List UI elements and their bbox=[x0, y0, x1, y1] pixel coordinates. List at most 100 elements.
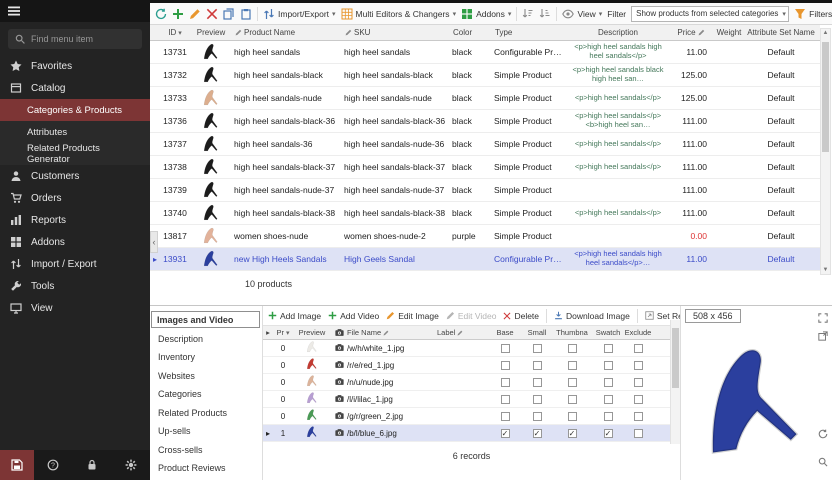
table-row[interactable]: 13733high heel sandals-nudehigh heel san… bbox=[150, 87, 820, 110]
tab-description[interactable]: Description bbox=[150, 330, 262, 349]
column-file-name[interactable]: File Name bbox=[347, 328, 437, 337]
edit-image-button[interactable]: Edit Image bbox=[386, 311, 439, 321]
image-row[interactable]: ▸1/b/l/blue_6.jpg✓✓✓✓ bbox=[263, 425, 680, 442]
small-checkbox[interactable] bbox=[521, 411, 553, 420]
column-base[interactable]: Base bbox=[489, 328, 521, 337]
delete-image-button[interactable]: Delete bbox=[503, 311, 539, 321]
thumbnail-checkbox[interactable] bbox=[553, 360, 591, 369]
image-row[interactable]: 0/n/u/nude.jpg bbox=[263, 374, 680, 391]
column-attribute-set[interactable]: Attribute Set Name bbox=[746, 28, 816, 37]
tab-cross-sells[interactable]: Cross-sells bbox=[150, 441, 262, 460]
sidebar-item-orders[interactable]: Orders bbox=[0, 187, 150, 209]
column-small[interactable]: Small bbox=[521, 328, 553, 337]
column-label[interactable]: Label bbox=[437, 328, 489, 337]
table-row[interactable]: 13738high heel sandals-black-37high heel… bbox=[150, 156, 820, 179]
column-id[interactable]: ID ▾ bbox=[160, 28, 190, 37]
sidebar-search-input[interactable]: Find menu item bbox=[8, 29, 142, 49]
open-external-icon[interactable] bbox=[818, 328, 828, 346]
table-row[interactable]: 13740high heel sandals-black-38high heel… bbox=[150, 202, 820, 225]
thumbnail-checkbox[interactable] bbox=[553, 343, 591, 352]
scrollbar-thumb[interactable] bbox=[822, 42, 829, 152]
tab-websites[interactable]: Websites bbox=[150, 367, 262, 386]
tab-related-products[interactable]: Related Products bbox=[150, 404, 262, 423]
base-checkbox[interactable] bbox=[489, 394, 521, 403]
add-product-button[interactable] bbox=[172, 8, 184, 20]
swatch-checkbox[interactable] bbox=[591, 343, 625, 352]
base-checkbox[interactable] bbox=[489, 360, 521, 369]
addons-menu[interactable]: Addons ▾ bbox=[461, 8, 511, 20]
thumbnail-checkbox[interactable]: ✓ bbox=[553, 428, 591, 437]
download-image-button[interactable]: Download Image bbox=[554, 311, 630, 321]
thumbnail-checkbox[interactable] bbox=[553, 394, 591, 403]
base-checkbox[interactable] bbox=[489, 343, 521, 352]
sidebar-item-related-products-generator[interactable]: Related Products Generator bbox=[0, 143, 150, 165]
refresh-button[interactable] bbox=[155, 8, 167, 20]
swatch-checkbox[interactable] bbox=[591, 377, 625, 386]
scrollbar-thumb[interactable] bbox=[672, 328, 679, 388]
delete-product-button[interactable] bbox=[206, 8, 218, 20]
table-row[interactable]: 13732high heel sandals-blackhigh heel sa… bbox=[150, 64, 820, 87]
sort-descending-icon[interactable] bbox=[539, 8, 551, 20]
scroll-down-icon[interactable]: ▼ bbox=[821, 267, 830, 273]
small-checkbox[interactable] bbox=[521, 377, 553, 386]
thumbnail-checkbox[interactable] bbox=[553, 411, 591, 420]
swatch-checkbox[interactable] bbox=[591, 360, 625, 369]
collapse-sidebar-button[interactable]: ‹ bbox=[150, 231, 158, 253]
column-pr[interactable]: Pr ▾ bbox=[273, 328, 293, 337]
column-swatch[interactable]: Swatch bbox=[591, 328, 625, 337]
small-checkbox[interactable] bbox=[521, 394, 553, 403]
import-export-menu[interactable]: Import/Export ▾ bbox=[263, 8, 336, 20]
sidebar-item-categories-products[interactable]: Categories & Products bbox=[0, 99, 150, 121]
swatch-checkbox[interactable] bbox=[591, 394, 625, 403]
sidebar-item-reports[interactable]: Reports bbox=[0, 209, 150, 231]
sidebar-item-import-export[interactable]: Import / Export bbox=[0, 253, 150, 275]
sidebar-item-customers[interactable]: Customers bbox=[0, 165, 150, 187]
table-row[interactable]: 13737high heel sandals-36high heel sanda… bbox=[150, 133, 820, 156]
exclude-checkbox[interactable] bbox=[625, 377, 651, 386]
table-row[interactable]: 13731high heel sandalshigh heel sandalsb… bbox=[150, 41, 820, 64]
column-image-preview[interactable]: Preview bbox=[293, 328, 331, 337]
small-checkbox[interactable]: ✓ bbox=[521, 428, 553, 437]
column-color[interactable]: Color bbox=[450, 28, 492, 37]
column-preview[interactable]: Preview bbox=[190, 28, 232, 37]
column-weight[interactable]: Weight bbox=[712, 28, 746, 37]
images-vertical-scrollbar[interactable] bbox=[670, 320, 680, 444]
tab-product-reviews[interactable]: Product Reviews bbox=[150, 459, 262, 478]
sidebar-item-tools[interactable]: Tools bbox=[0, 275, 150, 297]
swatch-checkbox[interactable] bbox=[591, 411, 625, 420]
exclude-checkbox[interactable] bbox=[625, 411, 651, 420]
filters-menu[interactable]: Filters ▾ bbox=[794, 8, 832, 20]
small-checkbox[interactable] bbox=[521, 360, 553, 369]
resize-dimensions-value[interactable]: 508 x 456 bbox=[685, 309, 741, 323]
column-description[interactable]: Description bbox=[566, 28, 670, 37]
sidebar-item-view[interactable]: View bbox=[0, 297, 150, 319]
column-thumbnail[interactable]: Thumbna bbox=[553, 328, 591, 337]
base-checkbox[interactable]: ✓ bbox=[489, 428, 521, 437]
save-icon[interactable] bbox=[0, 450, 34, 480]
column-exclude[interactable]: Exclude bbox=[625, 328, 651, 337]
paste-button[interactable] bbox=[240, 8, 252, 20]
tab-images-and-video[interactable]: Images and Video bbox=[151, 311, 260, 328]
sidebar-item-addons[interactable]: Addons bbox=[0, 231, 150, 253]
exclude-checkbox[interactable] bbox=[625, 394, 651, 403]
set-resize-rule-button[interactable]: Set Resize Rule ▾ bbox=[645, 311, 680, 321]
add-image-button[interactable]: Add Image bbox=[268, 311, 321, 321]
edit-video-button[interactable]: Edit Video bbox=[446, 311, 497, 321]
table-row[interactable]: ▸13931new High Heels SandalsHigh Geels S… bbox=[150, 248, 820, 271]
column-type[interactable]: Type bbox=[492, 28, 566, 37]
image-row[interactable]: 0/w/h/white_1.jpg bbox=[263, 340, 680, 357]
settings-gear-icon[interactable] bbox=[111, 459, 150, 471]
table-row[interactable]: 13736high heel sandals-black-36high heel… bbox=[150, 110, 820, 133]
table-row[interactable]: 13817women shoes-nudewomen shoes-nude-2p… bbox=[150, 225, 820, 248]
multi-editors-menu[interactable]: Multi Editors & Changers ▾ bbox=[341, 8, 457, 20]
small-checkbox[interactable] bbox=[521, 343, 553, 352]
add-video-button[interactable]: Add Video bbox=[328, 311, 379, 321]
tab-categories[interactable]: Categories bbox=[150, 385, 262, 404]
image-row[interactable]: 0/g/r/green_2.jpg bbox=[263, 408, 680, 425]
sidebar-item-favorites[interactable]: Favorites bbox=[0, 55, 150, 77]
tab-inventory[interactable]: Inventory bbox=[150, 348, 262, 367]
grid-vertical-scrollbar[interactable]: ▲ ▼ bbox=[820, 28, 831, 275]
view-menu[interactable]: View ▾ bbox=[562, 8, 602, 20]
hamburger-menu-icon[interactable] bbox=[8, 5, 20, 17]
exclude-checkbox[interactable] bbox=[625, 360, 651, 369]
